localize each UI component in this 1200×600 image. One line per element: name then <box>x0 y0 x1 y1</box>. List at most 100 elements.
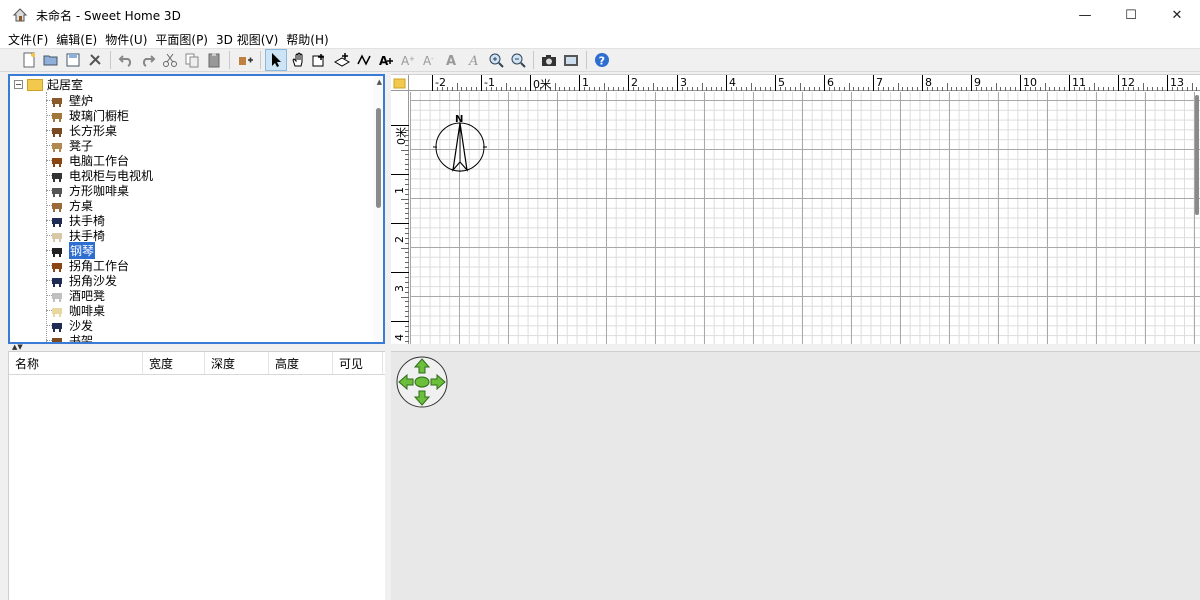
svg-text:-: - <box>431 55 434 63</box>
create-photo-icon[interactable] <box>538 49 560 71</box>
column-name[interactable]: 名称 <box>9 352 143 374</box>
ruler-major-tick <box>432 75 433 91</box>
ruler-minor-tick <box>662 87 664 91</box>
plan-view[interactable]: -2 -1 0米 1 2 3 4 5 6 7 8 9 10 11 12 13 0米 1 2 3 4 N <box>391 74 1200 344</box>
catalog-item[interactable]: 扶手椅 <box>50 228 105 243</box>
undo-icon[interactable] <box>115 49 137 71</box>
ruler-minor-tick <box>401 296 409 298</box>
redo-icon[interactable] <box>137 49 159 71</box>
menu-furniture[interactable]: 物件(U) <box>105 31 147 48</box>
cut-icon[interactable] <box>159 49 181 71</box>
ruler-minor-tick <box>505 83 507 91</box>
catalog-item[interactable]: 咖啡桌 <box>50 303 105 318</box>
catalog-item[interactable]: 方形咖啡桌 <box>50 183 129 198</box>
pan-icon[interactable] <box>287 49 309 71</box>
bold-text-icon[interactable]: A <box>441 49 463 71</box>
plan-grid[interactable] <box>410 92 1200 344</box>
preferences-icon[interactable] <box>84 49 106 71</box>
catalog-item[interactable]: 书架 <box>50 333 93 342</box>
ruler-major-tick <box>1020 75 1021 91</box>
save-icon[interactable] <box>62 49 84 71</box>
decrease-text-icon[interactable]: A- <box>419 49 441 71</box>
ruler-minor-tick <box>405 301 409 303</box>
collapse-icon[interactable]: − <box>14 80 23 89</box>
add-furniture-icon[interactable] <box>234 49 256 71</box>
close-button[interactable]: ✕ <box>1154 0 1200 30</box>
ruler-major-tick <box>1069 75 1070 91</box>
compass-rose[interactable]: N <box>432 115 490 175</box>
nav-center-icon[interactable] <box>414 376 430 388</box>
catalog-scrollbar[interactable]: ▲ <box>373 76 383 342</box>
maximize-button[interactable]: ☐ <box>1108 0 1154 30</box>
menu-plan[interactable]: 平面图(P) <box>155 31 208 48</box>
ruler-minor-tick <box>936 87 938 91</box>
create-video-icon[interactable] <box>560 49 582 71</box>
menu-edit[interactable]: 编辑(E) <box>56 31 97 48</box>
column-height[interactable]: 高度 <box>269 352 333 374</box>
ruler-minor-tick <box>691 87 693 91</box>
ruler-major-tick <box>775 75 776 91</box>
catalog-item[interactable]: 拐角工作台 <box>50 258 129 273</box>
ruler-minor-tick <box>405 330 409 332</box>
copy-icon[interactable] <box>181 49 203 71</box>
furniture-table[interactable]: 名称 宽度 深度 高度 可见 <box>8 351 385 600</box>
scroll-up-icon[interactable]: ▲ <box>377 78 382 86</box>
help-icon[interactable]: ? <box>591 49 613 71</box>
catalog-item[interactable]: 扶手椅 <box>50 213 105 228</box>
splitter-up-icon[interactable]: ▲▼ <box>12 343 23 351</box>
plan-scrollbar-thumb[interactable] <box>1195 95 1199 215</box>
menu-file[interactable]: 文件(F) <box>8 31 48 48</box>
menu-help[interactable]: 帮助(H) <box>286 31 328 48</box>
ruler-minor-tick <box>750 83 752 91</box>
zoom-in-icon[interactable] <box>485 49 507 71</box>
scrollbar-thumb[interactable] <box>376 108 381 208</box>
increase-text-icon[interactable]: A + <box>397 49 419 71</box>
catalog-item[interactable]: 钢琴 <box>50 242 96 259</box>
open-icon[interactable] <box>40 49 62 71</box>
ruler-minor-tick <box>1113 87 1115 91</box>
create-polylines-icon[interactable] <box>353 49 375 71</box>
ruler-minor-tick <box>405 311 409 313</box>
ruler-major-tick <box>530 75 531 91</box>
column-depth[interactable]: 深度 <box>205 352 269 374</box>
catalog-item[interactable]: 长方形桌 <box>50 123 117 138</box>
minimize-button[interactable]: — <box>1062 0 1108 30</box>
left-splitter[interactable]: ▲▼ <box>0 343 388 351</box>
ruler-minor-tick <box>696 87 698 91</box>
catalog-item[interactable]: 酒吧凳 <box>50 288 105 303</box>
create-rooms-icon[interactable] <box>331 49 353 71</box>
catalog-item[interactable]: 凳子 <box>50 138 93 153</box>
catalog-item[interactable]: 方桌 <box>50 198 93 213</box>
ruler-minor-tick <box>405 257 409 259</box>
ruler-minor-tick <box>456 83 458 91</box>
catalog-item[interactable]: 壁炉 <box>50 93 93 108</box>
ruler-minor-tick <box>809 87 811 91</box>
column-width[interactable]: 宽度 <box>143 352 205 374</box>
ruler-x-label: 12 <box>1121 76 1135 89</box>
catalog-item[interactable]: 电视柜与电视机 <box>50 168 153 183</box>
new-home-icon[interactable] <box>18 49 40 71</box>
paste-icon[interactable] <box>203 49 225 71</box>
catalog-item[interactable]: 沙发 <box>50 318 93 333</box>
catalog-item[interactable]: 玻璃门橱柜 <box>50 108 129 123</box>
zoom-out-icon[interactable] <box>507 49 529 71</box>
column-visible[interactable]: 可见 <box>333 352 383 374</box>
italic-text-icon[interactable]: A <box>463 49 485 71</box>
3d-view[interactable] <box>391 351 1200 600</box>
ruler-minor-tick <box>495 87 497 91</box>
ruler-minor-tick <box>1093 83 1095 91</box>
ruler-minor-tick <box>405 218 409 220</box>
folder-icon <box>27 78 43 91</box>
catalog-item[interactable]: 拐角沙发 <box>50 273 117 288</box>
ruler-y-label: 0米 <box>395 127 408 145</box>
ruler-minor-tick <box>1137 87 1139 91</box>
catalog-item[interactable]: 电脑工作台 <box>50 153 129 168</box>
select-icon[interactable] <box>265 49 287 71</box>
add-text-icon[interactable]: A <box>375 49 397 71</box>
corner-desk-icon <box>50 260 64 272</box>
furniture-catalog-tree[interactable]: − 起居室 壁炉 玻璃门橱柜 长方形桌 凳子 电脑工作台 电视柜与电视机 方形咖啡桌 方桌 扶手… <box>8 74 385 344</box>
tree-category-living-room[interactable]: − 起居室 <box>14 77 83 92</box>
menu-3d-view[interactable]: 3D 视图(V) <box>216 31 278 48</box>
create-walls-icon[interactable] <box>309 49 331 71</box>
3d-navigation-arrows[interactable] <box>396 356 448 408</box>
